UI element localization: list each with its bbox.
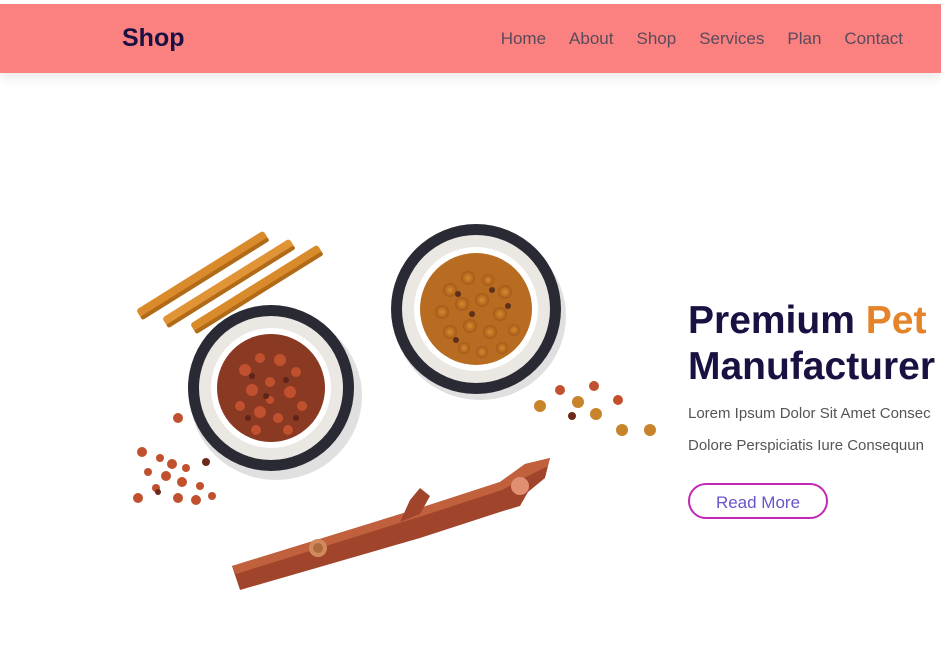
food-bowl-left <box>188 305 362 480</box>
hero-description-line1: Lorem Ipsum Dolor Sit Amet Consec <box>688 405 931 422</box>
pet-food-image <box>133 224 656 590</box>
nav-contact[interactable]: Contact <box>844 29 903 49</box>
main-nav: Home About Shop Services Plan Contact <box>501 29 903 49</box>
nav-home[interactable]: Home <box>501 29 546 49</box>
hero-title-word: Premium <box>688 299 855 342</box>
nav-about[interactable]: About <box>569 29 613 49</box>
hero-description-line2: Dolore Perspiciatis Iure Consequun <box>688 437 924 454</box>
kibble-scatter-right <box>534 381 656 436</box>
hero-title: Premium Pet Manufacturer <box>688 298 941 390</box>
nav-shop[interactable]: Shop <box>636 29 676 49</box>
nav-plan[interactable]: Plan <box>787 29 821 49</box>
hero-text-block: Premium Pet Manufacturer Lorem Ipsum Dol… <box>688 298 941 462</box>
hero-title-line2: Manufacturer <box>688 345 936 388</box>
read-more-button[interactable]: Read More <box>688 483 828 519</box>
nav-services[interactable]: Services <box>699 29 764 49</box>
brand-logo[interactable]: Shop <box>122 24 185 53</box>
site-header: Shop Home About Shop Services Plan Conta… <box>0 4 941 73</box>
hero-description: Lorem Ipsum Dolor Sit Amet Consec Dolore… <box>688 398 941 462</box>
food-bowl-right <box>391 224 566 400</box>
hero-title-accent: Pet <box>865 299 927 342</box>
